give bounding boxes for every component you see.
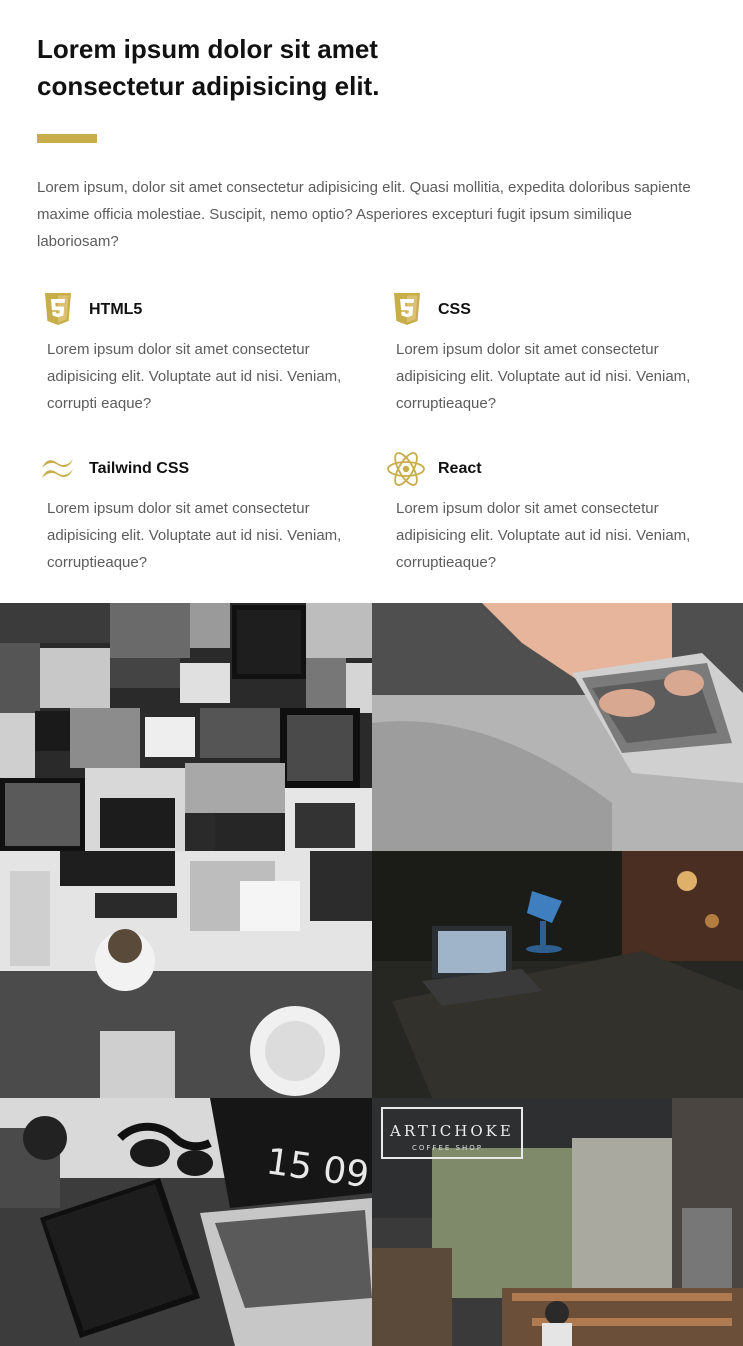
gallery-image-desk-workspace[interactable] (0, 851, 372, 1098)
feature-title: HTML5 (89, 301, 143, 318)
css3-icon (386, 292, 428, 328)
accent-divider (37, 134, 97, 143)
feature-html5: HTML5 Lorem ipsum dolor sit amet consect… (37, 290, 357, 417)
feature-title: CSS (438, 301, 471, 318)
feature-title: React (438, 460, 482, 477)
feature-css: CSS Lorem ipsum dolor sit amet consectet… (386, 290, 706, 417)
feature-title: Tailwind CSS (89, 460, 190, 477)
gallery-image-coffee-shop[interactable]: ARTICHOKE COFFEE SHOP (372, 1098, 743, 1346)
lead-paragraph: Lorem ipsum, dolor sit amet consectetur … (37, 179, 691, 250)
feature-description: Lorem ipsum dolor sit amet consectetur a… (396, 500, 691, 571)
gallery-image-laptop-clock[interactable]: 15 09 (0, 1098, 372, 1346)
react-icon (386, 451, 428, 487)
gallery-image-speakers[interactable] (0, 603, 372, 851)
feature-tailwind: Tailwind CSS Lorem ipsum dolor sit amet … (37, 449, 357, 576)
feature-react: React Lorem ipsum dolor sit amet consect… (386, 449, 706, 576)
gallery-image-dark-desk[interactable] (372, 851, 743, 1098)
page-title: Lorem ipsum dolor sit amet consectetur a… (37, 34, 380, 101)
tailwind-icon (37, 451, 79, 487)
html5-icon (37, 292, 79, 328)
intro-section: Lorem ipsum dolor sit amet consectetur a… (0, 0, 743, 1346)
gallery-image-laptop-lap[interactable] (372, 603, 743, 851)
feature-description: Lorem ipsum dolor sit amet consectetur a… (396, 341, 691, 412)
photo-gallery: 15 09 ARTICHOKE COFFEE SHOP (0, 603, 743, 1346)
feature-description: Lorem ipsum dolor sit amet consectetur a… (47, 500, 342, 571)
coffee-shop-sign: ARTICHOKE (389, 1122, 514, 1140)
feature-description: Lorem ipsum dolor sit amet consectetur a… (47, 341, 342, 412)
coffee-shop-sign-sub: COFFEE SHOP (412, 1144, 483, 1152)
